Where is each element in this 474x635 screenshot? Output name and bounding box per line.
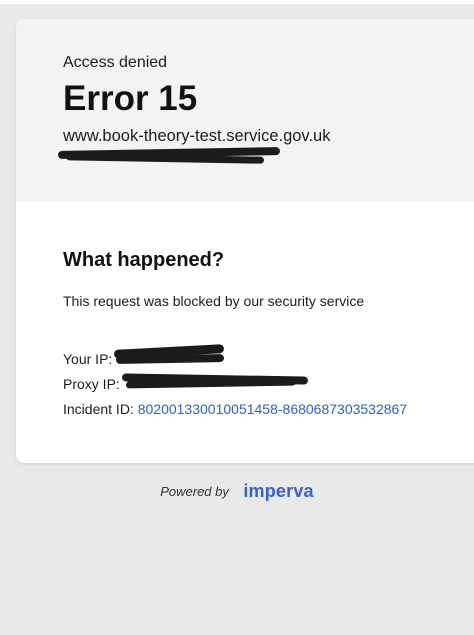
footer: Powered by imperva [0,481,474,505]
page: Access denied Error 15 www.book-theory-t… [0,0,474,635]
imperva-logo[interactable]: imperva [243,481,313,501]
blocked-description: This request was blocked by our security… [63,293,365,309]
incident-id-label: Incident ID: [63,401,134,417]
domain-text: www.book-theory-test.service.gov.uk [63,127,331,145]
error-code: Error 15 [63,79,198,118]
top-edge [0,0,474,4]
proxy-ip-label: Proxy IP: [63,376,120,392]
your-ip-label: Your IP: [63,351,113,367]
redaction-bar [115,354,225,364]
error-header: Access denied Error 15 www.book-theory-t… [16,19,474,202]
proxy-ip-row: Proxy IP: [63,375,120,393]
access-denied-label: Access denied [63,54,168,71]
error-card: Access denied Error 15 www.book-theory-t… [16,19,474,463]
incident-id-value: 802001330010051458-8680687303532867 [137,401,408,417]
what-happened-heading: What happened? [63,249,225,271]
incident-row: Incident ID: 802001330010051458-86806873… [63,400,407,418]
your-ip-row: Your IP: [63,350,112,368]
powered-by-text: Powered by [160,484,229,499]
